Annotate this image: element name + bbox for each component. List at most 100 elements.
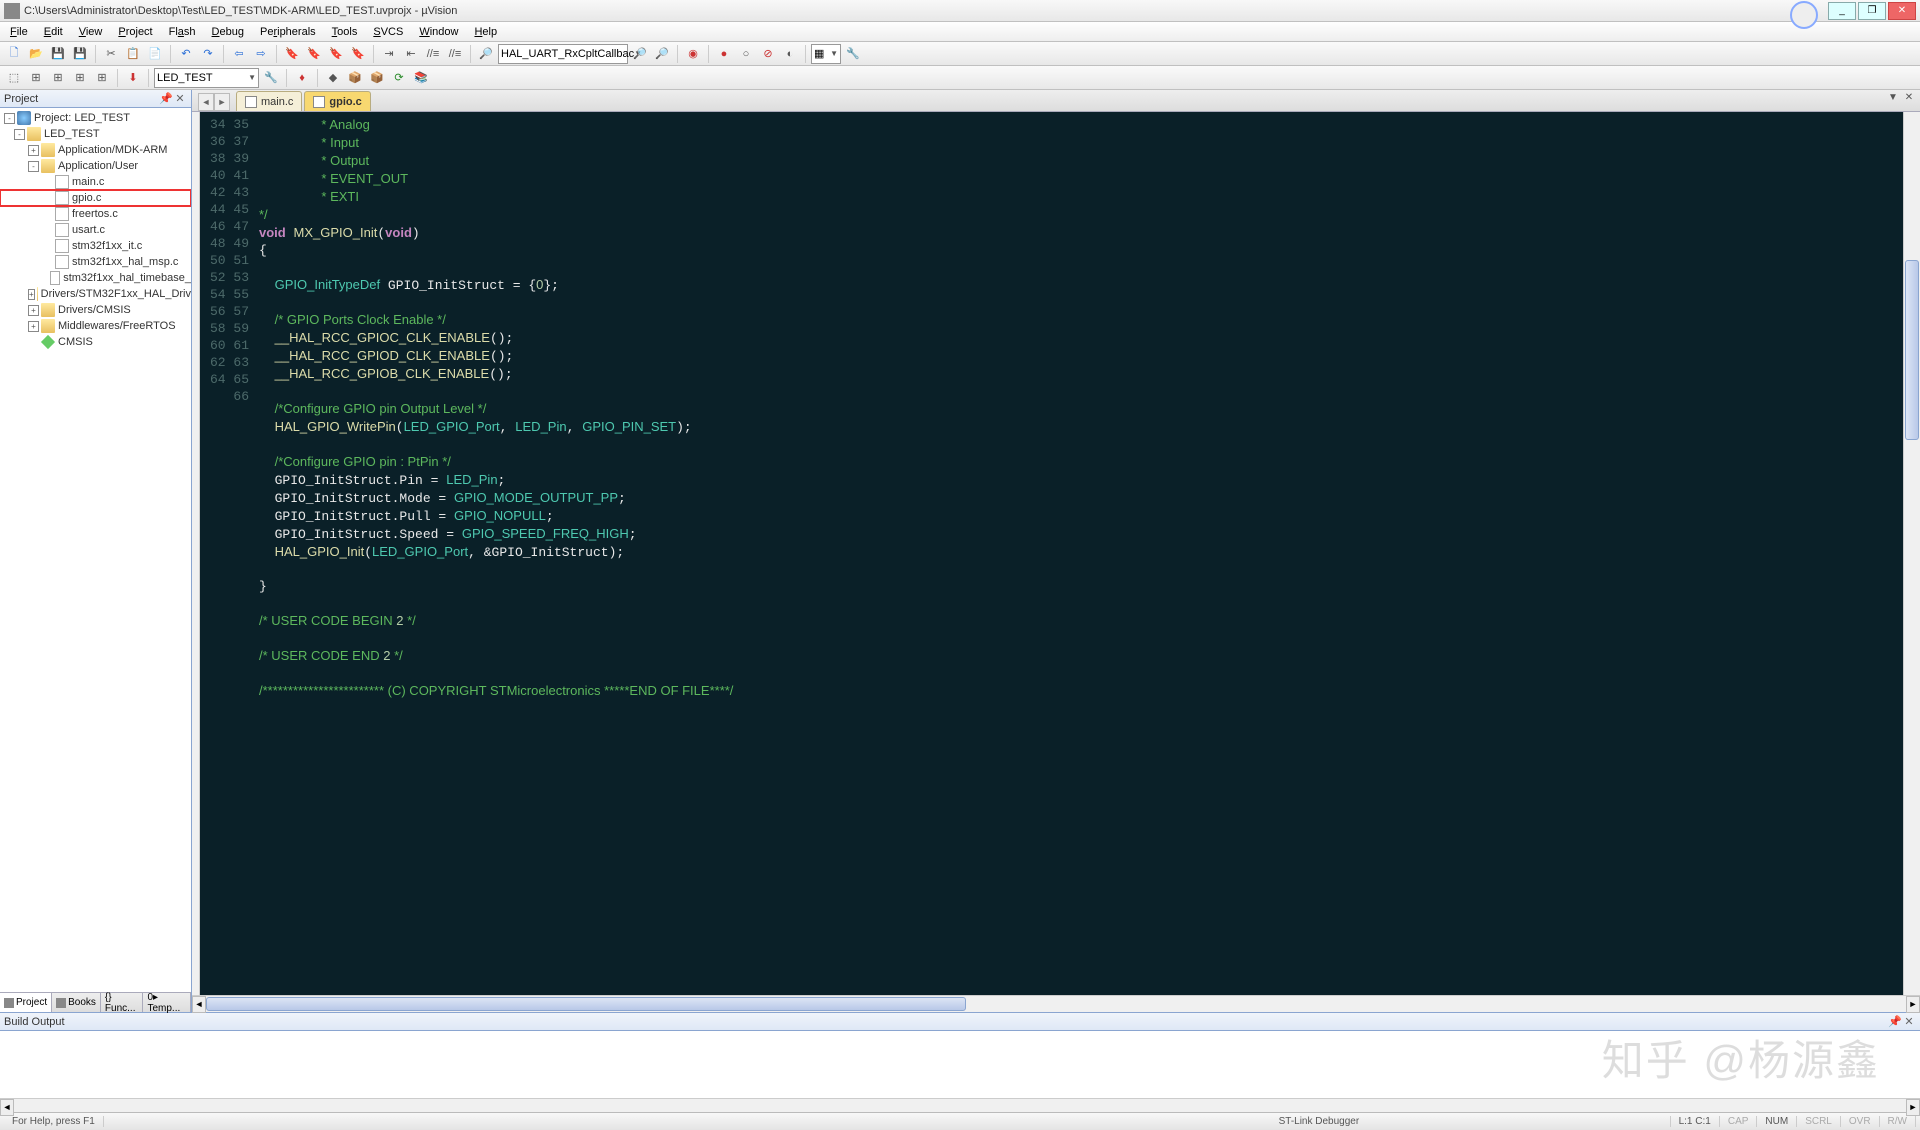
window-combo[interactable]: ▦▼ [811,44,841,64]
find-icon[interactable]: 🔎 [476,44,496,64]
menu-edit[interactable]: Edit [36,24,71,40]
nav-back-icon[interactable]: ⇦ [229,44,249,64]
pack-installer-icon[interactable]: 📦 [367,68,387,88]
books-icon[interactable]: 📚 [411,68,431,88]
tab-functions[interactable]: {} Func... [101,993,144,1012]
build-icon[interactable]: ⊞ [26,68,46,88]
breakpoint-icon[interactable]: ● [714,44,734,64]
tree-file[interactable]: usart.c [0,222,191,238]
save-all-icon[interactable]: 💾 [70,44,90,64]
tab-project[interactable]: Project [0,993,52,1012]
comment-icon[interactable]: //≡ [423,44,443,64]
tab-close-icon[interactable]: ✕ [1902,92,1916,106]
code-editor[interactable]: 34 35 36 37 38 39 40 41 42 43 44 45 46 4… [192,112,1920,995]
tab-dropdown-icon[interactable]: ▼ [1886,92,1900,106]
scroll-left-icon[interactable]: ◄ [0,1099,14,1116]
tree-file[interactable]: stm32f1xx_it.c [0,238,191,254]
menu-tools[interactable]: Tools [324,24,366,40]
editor-tab-main[interactable]: main.c [236,91,302,111]
tree-group[interactable]: CMSIS [0,334,191,350]
menu-file[interactable]: File [2,24,36,40]
tree-file-gpio[interactable]: gpio.c [0,190,191,206]
outdent-icon[interactable]: ⇤ [401,44,421,64]
scroll-right-icon[interactable]: ► [1906,996,1920,1013]
find-combo[interactable]: HAL_UART_RxCpltCallbac▼ [498,44,628,64]
tree-group[interactable]: +Application/MDK-ARM [0,142,191,158]
bookmark-clear-icon[interactable]: 🔖 [348,44,368,64]
code-body[interactable]: * Analog * Input * Output * EVENT_OUT * … [255,112,1712,995]
tree-group[interactable]: +Drivers/STM32F1xx_HAL_Driv [0,286,191,302]
editor-tab-gpio[interactable]: gpio.c [304,91,370,111]
translate-icon[interactable]: ⬚ [4,68,24,88]
horizontal-scrollbar[interactable]: ◄ ► [192,995,1920,1012]
panel-pin-icon[interactable]: 📌 [159,92,173,106]
scroll-right-icon[interactable]: ► [1906,1099,1920,1116]
target-combo[interactable]: LED_TEST▼ [154,68,259,88]
rebuild-icon[interactable]: ⊞ [48,68,68,88]
tree-file[interactable]: stm32f1xx_hal_timebase_ [0,270,191,286]
project-tree[interactable]: -Project: LED_TEST -LED_TEST +Applicatio… [0,108,191,992]
tab-nav-right-icon[interactable]: ► [214,93,230,111]
menu-svcs[interactable]: SVCS [365,24,411,40]
tree-target[interactable]: -LED_TEST [0,126,191,142]
scroll-left-icon[interactable]: ◄ [192,996,206,1013]
redo-icon[interactable]: ↷ [198,44,218,64]
panel-close-icon[interactable]: ✕ [173,92,187,106]
close-button[interactable]: ✕ [1888,2,1916,20]
panel-close-icon[interactable]: ✕ [1902,1015,1916,1029]
bookmark-icon[interactable]: 🔖 [282,44,302,64]
select-pack-icon[interactable]: 📦 [345,68,365,88]
breakpoint-toggle-icon[interactable]: ◐ [780,44,800,64]
fold-gutter[interactable] [192,112,200,995]
debug-start-icon[interactable]: ◉ [683,44,703,64]
tree-root[interactable]: -Project: LED_TEST [0,110,191,126]
cut-icon[interactable]: ✂ [101,44,121,64]
scrollbar-thumb[interactable] [1905,260,1919,440]
build-output-body[interactable]: 知乎 @杨源鑫 [0,1031,1920,1098]
configure-icon[interactable]: 🔧 [843,44,863,64]
bookmark-prev-icon[interactable]: 🔖 [304,44,324,64]
paste-icon[interactable]: 📄 [145,44,165,64]
menu-flash[interactable]: Flash [161,24,204,40]
panel-pin-icon[interactable]: 📌 [1888,1015,1902,1029]
scrollbar-thumb[interactable] [206,997,966,1011]
tree-group[interactable]: +Middlewares/FreeRTOS [0,318,191,334]
maximize-button[interactable]: ❐ [1858,2,1886,20]
manage-rte-icon[interactable]: ◆ [323,68,343,88]
new-icon[interactable]: 🗋 [4,44,24,64]
undo-icon[interactable]: ↶ [176,44,196,64]
manage-project-icon[interactable]: ♦ [292,68,312,88]
tree-file[interactable]: main.c [0,174,191,190]
copy-icon[interactable]: 📋 [123,44,143,64]
reload-icon[interactable]: ⟳ [389,68,409,88]
tree-group[interactable]: -Application/User [0,158,191,174]
indent-icon[interactable]: ⇥ [379,44,399,64]
save-icon[interactable]: 💾 [48,44,68,64]
tree-group[interactable]: +Drivers/CMSIS [0,302,191,318]
menu-view[interactable]: View [71,24,111,40]
menu-debug[interactable]: Debug [204,24,252,40]
find-in-files-icon[interactable]: 🔎 [630,44,650,64]
tree-file[interactable]: freertos.c [0,206,191,222]
incremental-find-icon[interactable]: 🔎 [652,44,672,64]
menu-help[interactable]: Help [466,24,505,40]
breakpoint-kill-icon[interactable]: ⊘ [758,44,778,64]
menu-peripherals[interactable]: Peripherals [252,24,324,40]
bookmark-next-icon[interactable]: 🔖 [326,44,346,64]
tab-books[interactable]: Books [52,993,101,1012]
vertical-scrollbar[interactable] [1903,112,1920,995]
download-icon[interactable]: ⬇ [123,68,143,88]
uncomment-icon[interactable]: //≡ [445,44,465,64]
nav-fwd-icon[interactable]: ⇨ [251,44,271,64]
tab-nav-left-icon[interactable]: ◄ [198,93,214,111]
tree-file[interactable]: stm32f1xx_hal_msp.c [0,254,191,270]
target-options-icon[interactable]: 🔧 [261,68,281,88]
menu-window[interactable]: Window [411,24,466,40]
tab-templates[interactable]: 0▸ Temp... [143,993,191,1012]
menu-project[interactable]: Project [110,24,160,40]
stop-build-icon[interactable]: ⊞ [92,68,112,88]
breakpoint-disable-icon[interactable]: ○ [736,44,756,64]
avatar[interactable] [1790,1,1818,29]
minimize-button[interactable]: _ [1828,2,1856,20]
batch-build-icon[interactable]: ⊞ [70,68,90,88]
